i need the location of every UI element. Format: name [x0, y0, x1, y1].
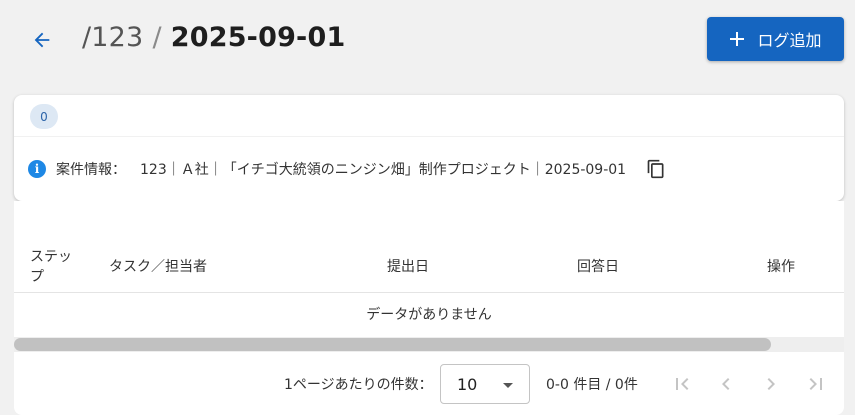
copy-icon[interactable] [646, 159, 666, 179]
table-header-divider [14, 292, 844, 293]
project-info-card: 0 i 案件情報： 123｜Ａ社｜「イチゴ大統領のニンジン畑」制作プロジェクト｜… [14, 95, 844, 201]
add-log-button[interactable]: ログ追加 [707, 17, 844, 61]
pagination: 1ページあたりの件数： 10 0-0 件目 / 0件 [14, 364, 844, 404]
rows-per-page-value: 10 [457, 375, 478, 394]
breadcrumb-project[interactable]: /123 [82, 22, 143, 53]
first-page-icon [676, 378, 689, 390]
project-info-label: 案件情報： [56, 162, 126, 178]
chevron-down-icon [503, 383, 513, 388]
last-page-icon [809, 378, 822, 390]
info-icon: i [28, 160, 46, 178]
project-info-value: 123｜Ａ社｜「イチゴ大統領のニンジン畑」制作プロジェクト｜2025-09-01 [140, 162, 627, 178]
count-badge: 0 [30, 104, 58, 129]
column-header-answered[interactable]: 回答日 [577, 257, 619, 277]
arrow-left-icon [34, 32, 50, 48]
page-header: /123 / 2025-09-01 ログ追加 [0, 0, 855, 80]
first-page-button[interactable] [670, 372, 694, 396]
horizontal-scrollbar[interactable] [14, 337, 844, 352]
empty-message: データがありません [366, 307, 492, 323]
column-header-task[interactable]: タスク／担当者 [109, 257, 207, 277]
info-divider [14, 136, 844, 137]
next-page-button[interactable] [759, 372, 783, 396]
plus-icon [730, 32, 745, 46]
next-page-icon [767, 378, 775, 390]
log-table-card: ステップ タスク／担当者 提出日 回答日 操作 データがありません 1ページあた… [14, 201, 844, 415]
breadcrumb-separator: / [152, 22, 162, 53]
column-header-submitted[interactable]: 提出日 [387, 257, 429, 277]
previous-page-button[interactable] [714, 372, 738, 396]
rows-per-page-select[interactable]: 10 [440, 364, 530, 404]
scrollbar-thumb[interactable] [14, 338, 771, 351]
add-log-label: ログ追加 [757, 31, 822, 50]
back-button[interactable] [26, 24, 58, 56]
previous-page-icon [722, 378, 730, 390]
breadcrumb-current: 2025-09-01 [170, 22, 346, 53]
page-title: /123 / 2025-09-01 [82, 20, 345, 56]
rows-per-page-label: 1ページあたりの件数： [284, 377, 433, 393]
pagination-range: 0-0 件目 / 0件 [546, 377, 638, 393]
project-info-row: i 案件情報： 123｜Ａ社｜「イチゴ大統領のニンジン畑」制作プロジェクト｜20… [28, 157, 666, 181]
column-header-actions: 操作 [767, 259, 795, 275]
last-page-button[interactable] [804, 372, 828, 396]
column-header-step[interactable]: ステップ [30, 247, 80, 287]
